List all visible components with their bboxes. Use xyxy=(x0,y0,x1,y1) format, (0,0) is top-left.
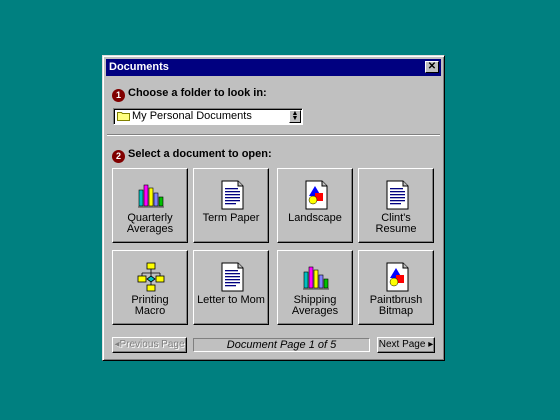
close-button[interactable]: ✕ xyxy=(425,61,439,73)
next-page-button[interactable]: Next Page ▸ xyxy=(377,337,435,353)
previous-page-button[interactable]: ◂Previous Page xyxy=(112,337,187,353)
document-tile-paintbrush-bitmap[interactable]: Paintbrush Bitmap xyxy=(358,250,434,325)
title-bar: Documents ✕ xyxy=(106,59,441,76)
folder-select[interactable]: My Personal Documents ▲ ▼ xyxy=(113,108,303,125)
text-document-icon xyxy=(386,180,409,210)
document-tile-clints-resume[interactable]: Clint's Resume xyxy=(358,168,434,243)
folder-step-label: 1 Choose a folder to look in: xyxy=(112,87,267,102)
documents-dialog: Documents ✕ 1 Choose a folder to look in:… xyxy=(102,55,445,361)
document-tile-shipping-averages[interactable]: Shipping Averages xyxy=(277,250,353,325)
document-tile-quarterly-averages[interactable]: Quarterly Averages xyxy=(112,168,188,243)
chevron-right-icon: ▸ xyxy=(425,339,434,350)
document-tile-label: Quarterly Averages xyxy=(126,212,174,235)
document-tile-landscape[interactable]: Landscape xyxy=(277,168,353,243)
document-tile-label: Letter to Mom xyxy=(197,294,265,306)
step-number-badge: 1 xyxy=(112,89,125,102)
document-step-label: 2 Select a document to open: xyxy=(112,148,272,163)
document-tile-term-paper[interactable]: Term Paper xyxy=(193,168,269,243)
step-number-badge: 2 xyxy=(112,150,125,163)
document-tile-label: Clint's Resume xyxy=(375,212,417,235)
picture-document-icon xyxy=(386,262,409,292)
document-step-text: Select a document to open: xyxy=(128,148,272,160)
window-title: Documents xyxy=(109,61,169,73)
folder-select-value: My Personal Documents xyxy=(132,110,252,122)
picture-document-icon xyxy=(305,180,328,210)
folder-step-text: Choose a folder to look in: xyxy=(128,87,267,99)
document-tile-label: Shipping Averages xyxy=(291,294,339,317)
document-tile-label: Term Paper xyxy=(202,212,260,224)
text-document-icon xyxy=(221,180,244,210)
page-indicator: Document Page 1 of 5 xyxy=(193,338,370,352)
next-page-label: Next Page xyxy=(378,339,426,350)
close-icon: ✕ xyxy=(427,61,437,72)
document-tile-letter-to-mom[interactable]: Letter to Mom xyxy=(193,250,269,325)
section-divider xyxy=(107,134,440,136)
flowchart-icon xyxy=(137,262,165,292)
previous-page-label: Previous Page xyxy=(119,339,185,350)
bar-chart-icon xyxy=(137,184,165,209)
document-tile-label: Landscape xyxy=(288,212,342,224)
document-tile-label: Printing Macro xyxy=(131,294,169,317)
text-document-icon xyxy=(221,262,244,292)
document-tile-printing-macro[interactable]: Printing Macro xyxy=(112,250,188,325)
document-tile-label: Paintbrush Bitmap xyxy=(369,294,423,317)
folder-icon xyxy=(117,112,130,121)
bar-chart-icon xyxy=(302,266,330,291)
chevron-down-icon[interactable]: ▲ ▼ xyxy=(289,110,301,123)
